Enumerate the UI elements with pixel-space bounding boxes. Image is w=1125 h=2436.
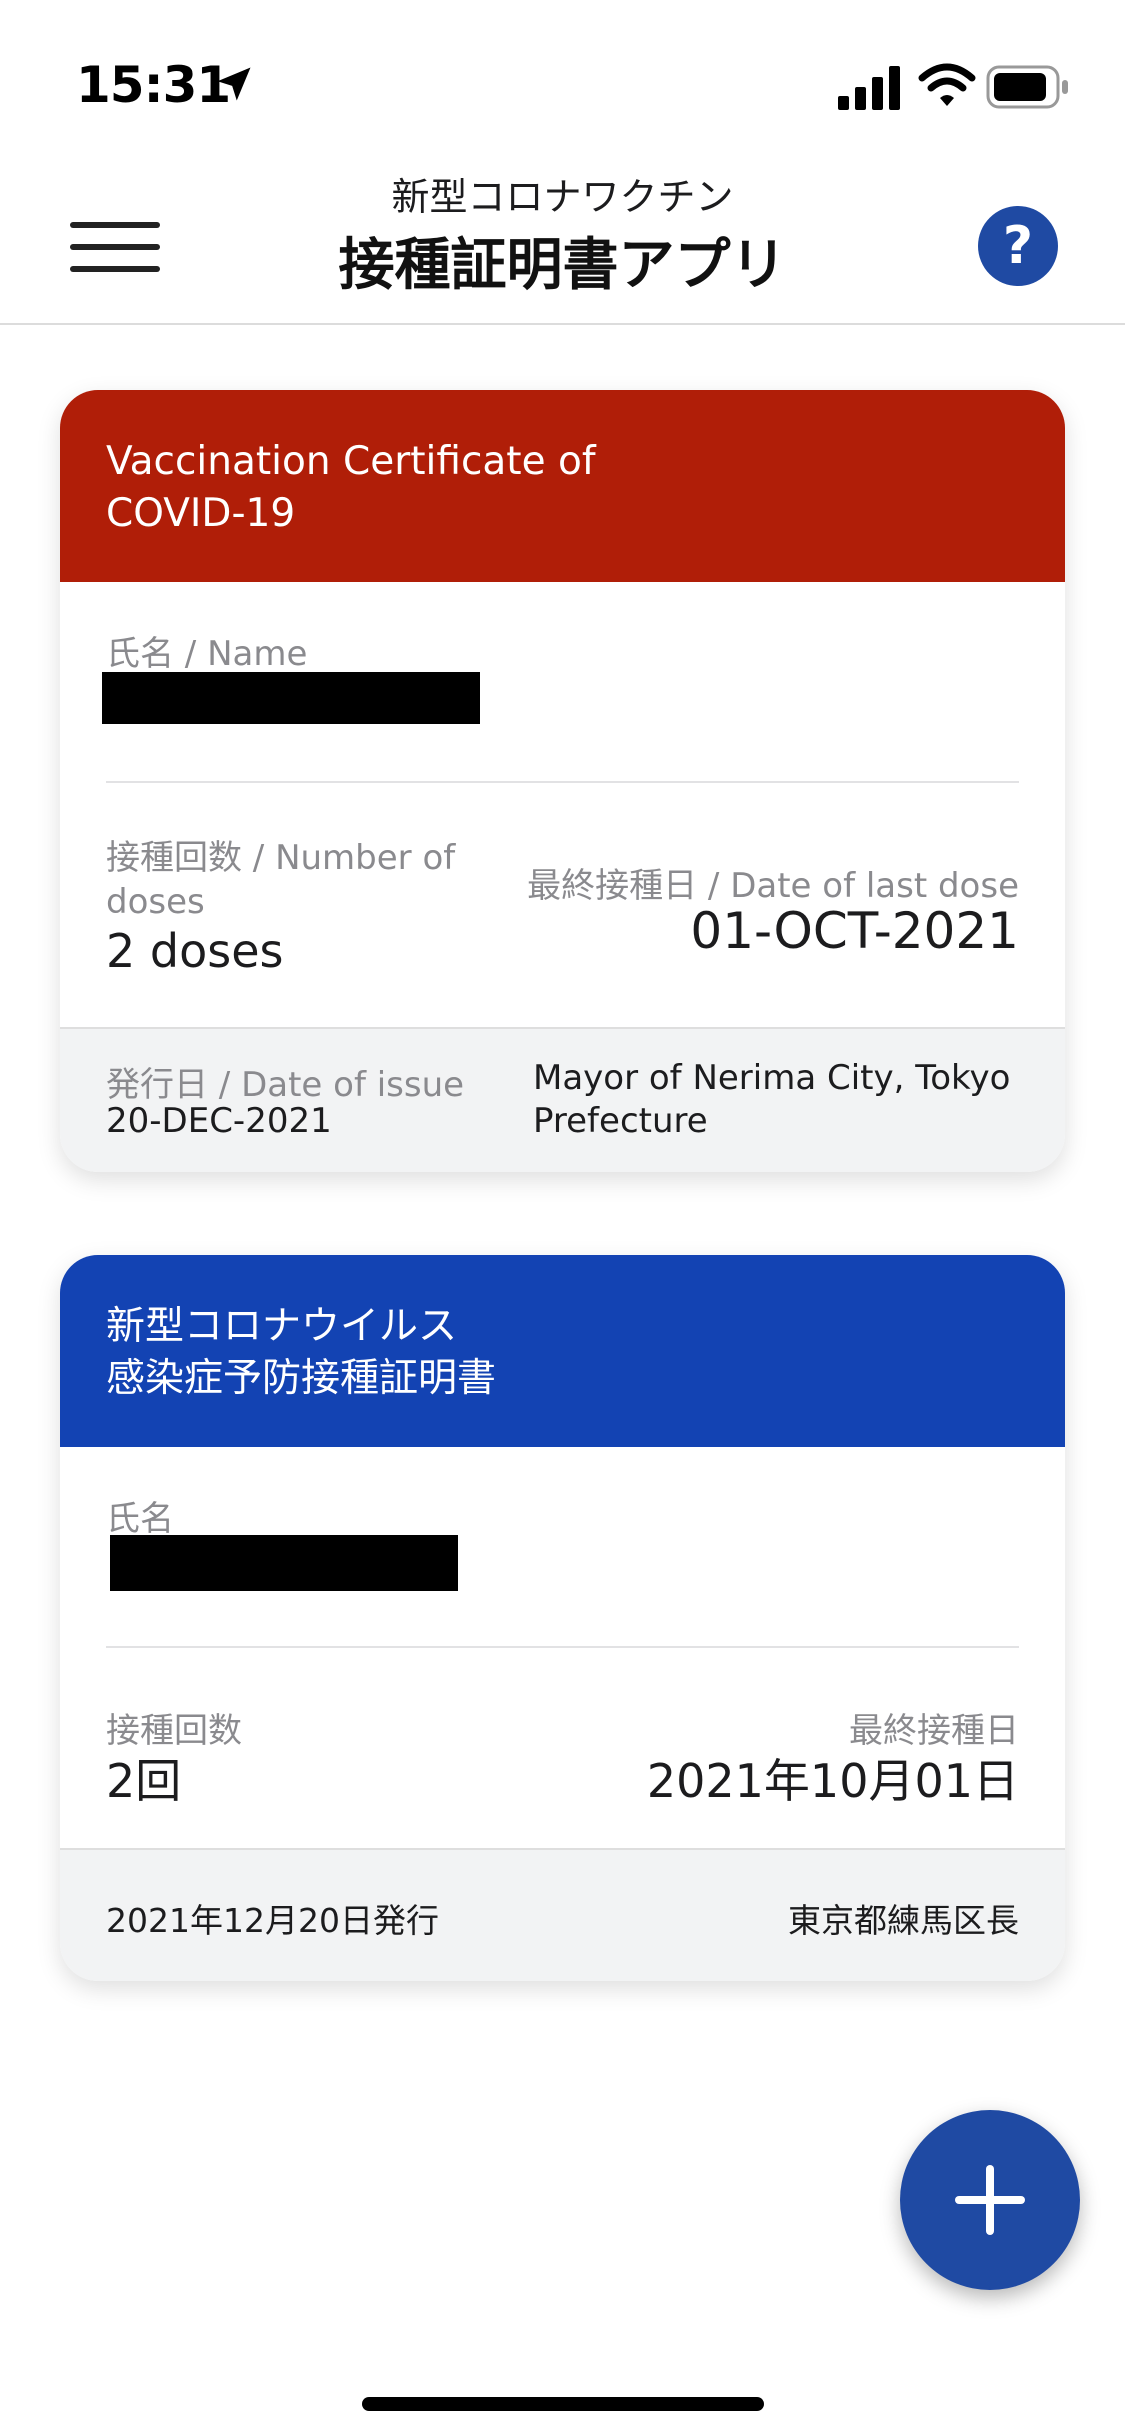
- doses-label: 接種回数 / Number of doses: [106, 838, 456, 922]
- question-mark-icon[interactable]: ?: [978, 206, 1058, 286]
- certificate-card-english[interactable]: Vaccination Certificate of COVID-19 氏名 /…: [60, 390, 1065, 1172]
- issuer: 東京都練馬区長: [788, 1901, 1019, 1940]
- doses-value: 2回: [106, 1754, 182, 1808]
- certificate-card-header: Vaccination Certificate of COVID-19: [60, 390, 1065, 582]
- certificate-card-footer: 2021年12月20日発行 東京都練馬区長: [60, 1848, 1065, 1981]
- add-certificate-button[interactable]: [900, 2110, 1080, 2290]
- status-time: 15:31: [76, 56, 231, 114]
- certificate-title-line1: Vaccination Certificate of: [106, 439, 596, 484]
- app-header: 新型コロナワクチン 接種証明書アプリ ?: [0, 150, 1125, 325]
- issue-value: 2021年12月20日発行: [106, 1901, 439, 1940]
- redacted-name: [102, 672, 480, 724]
- certificate-card-footer: 発行日 / Date of issue 20-DEC-2021 Mayor of…: [60, 1027, 1065, 1172]
- certificate-card-header: 新型コロナウイルス 感染症予防接種証明書: [60, 1255, 1065, 1447]
- name-label: 氏名: [106, 1499, 174, 1539]
- issuer: Mayor of Nerima City, Tokyo Prefecture: [533, 1058, 1011, 1141]
- redacted-name: [110, 1535, 458, 1591]
- home-indicator[interactable]: [362, 2397, 764, 2411]
- certificate-title-line2: COVID-19: [106, 491, 296, 536]
- location-arrow-icon: [217, 67, 251, 101]
- issue-label: 発行日 / Date of issue: [106, 1065, 465, 1105]
- wifi-icon: [918, 63, 976, 106]
- divider: [106, 781, 1019, 783]
- divider: [106, 1646, 1019, 1648]
- last-dose-label: 最終接種日 / Date of last dose: [527, 866, 1019, 906]
- page-title: 接種証明書アプリ: [338, 233, 787, 298]
- certificate-title-line2: 感染症予防接種証明書: [106, 1356, 497, 1401]
- doses-value: 2 doses: [106, 924, 284, 978]
- battery-icon: [986, 65, 1068, 109]
- status-bar: 15:31: [0, 0, 1125, 150]
- issue-value: 20-DEC-2021: [106, 1101, 332, 1141]
- certificate-card-japanese[interactable]: 新型コロナウイルス 感染症予防接種証明書 氏名 接種回数 2回 最終接種日 20…: [60, 1255, 1065, 1981]
- cellular-signal-icon: [838, 66, 900, 110]
- last-dose-value: 2021年10月01日: [646, 1754, 1019, 1808]
- last-dose-value: 01-OCT-2021: [690, 902, 1019, 960]
- certificate-title-line1: 新型コロナウイルス: [106, 1304, 458, 1349]
- name-label: 氏名 / Name: [106, 634, 308, 674]
- header-subtitle: 新型コロナワクチン: [391, 175, 734, 219]
